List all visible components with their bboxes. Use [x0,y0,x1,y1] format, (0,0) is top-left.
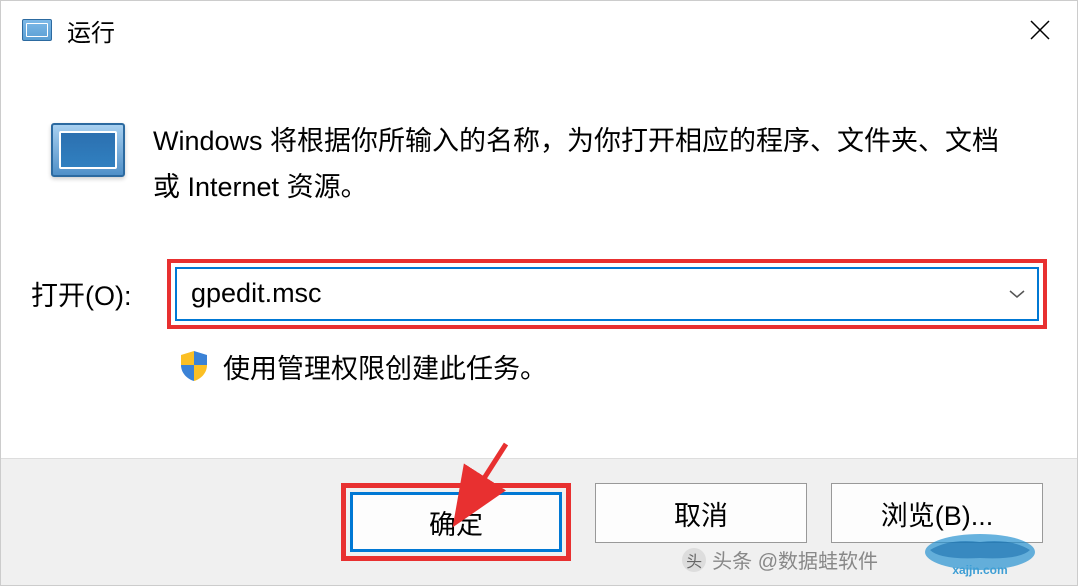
run-dialog-icon [51,123,125,177]
open-input-row: 打开(O): [31,259,1047,329]
open-combobox[interactable] [175,267,1039,321]
dropdown-toggle[interactable] [997,269,1037,319]
description-row: Windows 将根据你所输入的名称，为你打开相应的程序、文件夹、文档或 Int… [31,119,1047,211]
ok-button-highlight: 确定 [341,483,571,561]
browse-button[interactable]: 浏览(B)... [831,483,1043,543]
toutiao-account-text: 头条 @数据蛙软件 [712,545,878,574]
toutiao-watermark: 头 头条 @数据蛙软件 [682,545,878,574]
admin-privilege-text: 使用管理权限创建此任务。 [223,347,547,386]
close-icon [1029,19,1051,41]
ok-button[interactable]: 确定 [350,492,562,552]
chevron-down-icon [1008,289,1026,299]
toutiao-logo-icon: 头 [682,548,706,572]
window-title: 运行 [67,13,1015,48]
button-bar: 确定 取消 浏览(B)... [1,458,1077,585]
description-text: Windows 将根据你所输入的名称，为你打开相应的程序、文件夹、文档或 Int… [153,119,1047,211]
cancel-button[interactable]: 取消 [595,483,807,543]
admin-privilege-row: 使用管理权限创建此任务。 [179,347,1047,386]
run-dialog-window: 运行 Windows 将根据你所输入的名称，为你打开相应的程序、文件夹、文档或 … [0,0,1078,586]
run-app-icon [19,16,55,44]
open-label: 打开(O): [31,274,151,313]
input-highlight-box [167,259,1047,329]
dialog-content: Windows 将根据你所输入的名称，为你打开相应的程序、文件夹、文档或 Int… [1,59,1077,458]
shield-icon [179,349,209,383]
close-button[interactable] [1015,10,1065,50]
open-input[interactable] [177,270,997,317]
titlebar: 运行 [1,1,1077,59]
